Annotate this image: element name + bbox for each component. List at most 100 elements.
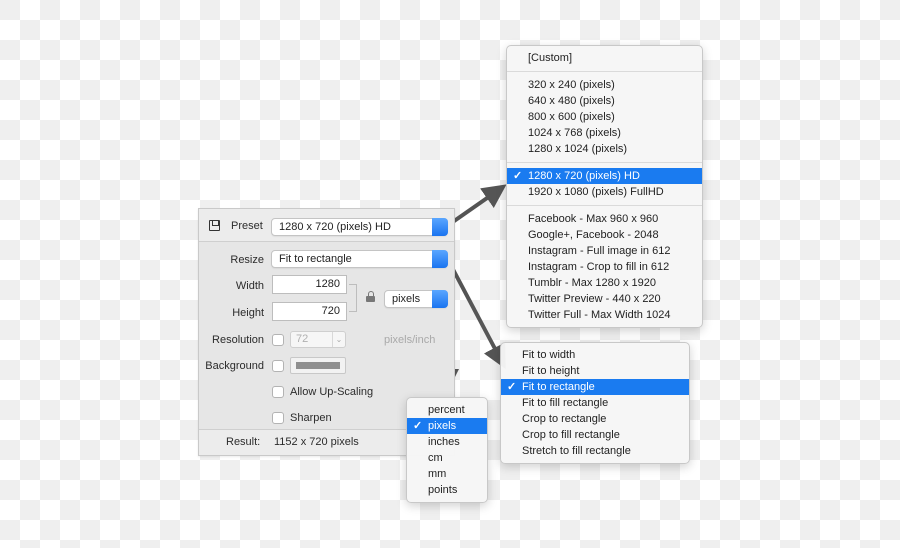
menu-item-label: Facebook - Max 960 x 960 [528,213,659,225]
menu-item-label: Twitter Full - Max Width 1024 [528,309,671,321]
menu-item[interactable]: [Custom] [507,50,702,66]
menu-item-label: 640 x 480 (pixels) [528,95,615,107]
background-color-well[interactable] [290,357,346,374]
menu-item[interactable]: Crop to fill rectangle [501,427,689,443]
menu-item-label: Fit to height [522,365,580,377]
menu-item[interactable]: inches [407,434,487,450]
menu-item-label: Instagram - Full image in 612 [528,245,671,257]
menu-item[interactable]: ✓ 1280 x 720 (pixels) HD [507,168,702,184]
menu-item-label: 320 x 240 (pixels) [528,79,615,91]
menu-item[interactable]: Instagram - Crop to fill in 612 [507,259,702,275]
menu-item[interactable]: Twitter Preview - 440 x 220 [507,291,702,307]
resize-label: Resize [230,254,264,266]
preset-label: Preset [231,220,263,232]
menu-item-label: Crop to fill rectangle [522,429,620,441]
background-color-swatch [296,362,340,369]
menu-item-label: Fit to rectangle [522,381,595,393]
menu-item-label: inches [428,436,460,448]
menu-item[interactable]: Google+, Facebook - 2048 [507,227,702,243]
background-label: Background [205,360,264,372]
menu-item-label: 1024 x 768 (pixels) [528,127,621,139]
preset-menu: [Custom] 320 x 240 (pixels) 640 x 480 (pix… [506,45,703,328]
resolution-label: Resolution [212,334,264,346]
menu-item[interactable]: 1280 x 1024 (pixels) [507,141,702,157]
menu-item[interactable]: 800 x 600 (pixels) [507,109,702,125]
menu-item[interactable]: points [407,482,487,498]
menu-item[interactable]: Fit to width [501,347,689,363]
preset-value: 1280 x 720 (pixels) HD [279,221,391,233]
result-label: Result: [226,436,261,448]
unit-popup[interactable]: pixels [384,290,448,308]
menu-item-label: Fit to fill rectangle [522,397,609,409]
menu-item[interactable]: Twitter Full - Max Width 1024 [507,307,702,323]
allow-upscaling-label: Allow Up-Scaling [290,386,374,398]
menu-item[interactable]: Crop to rectangle [501,411,689,427]
menu-item[interactable]: Facebook - Max 960 x 960 [507,211,702,227]
resize-popup[interactable]: Fit to rectangle [271,250,448,268]
sharpen-checkbox[interactable] [272,412,284,424]
menu-item-label: [Custom] [528,52,573,64]
menu-item-label: Tumblr - Max 1280 x 1920 [528,277,656,289]
unit-menu: percent ✓ pixels inches cm mm points [406,397,488,503]
menu-item[interactable]: ✓ pixels [407,418,487,434]
chevron-down-icon [432,218,448,236]
menu-item[interactable]: cm [407,450,487,466]
chevron-down-icon [432,290,448,308]
resolution-select[interactable]: 72 ⌄ [290,331,346,348]
chevron-down-icon [432,250,448,268]
save-icon[interactable] [209,220,220,231]
menu-item[interactable]: ✓ Fit to rectangle [501,379,689,395]
menu-item[interactable]: 320 x 240 (pixels) [507,77,702,93]
menu-item-label: cm [428,452,443,464]
menu-item[interactable]: percent [407,402,487,418]
menu-item[interactable]: 1920 x 1080 (pixels) FullHD [507,184,702,200]
unit-value: pixels [392,293,421,305]
menu-item[interactable]: mm [407,466,487,482]
menu-item-label: 1920 x 1080 (pixels) FullHD [528,186,664,198]
chevron-down-icon: ⌄ [332,332,345,347]
menu-item-label: Crop to rectangle [522,413,607,425]
menu-item[interactable]: Stretch to fill rectangle [501,443,689,459]
menu-item-label: pixels [428,420,457,432]
menu-item-label: 800 x 600 (pixels) [528,111,615,123]
menu-item-label: Fit to width [522,349,576,361]
resize-value: Fit to rectangle [279,253,352,265]
aspect-link-bracket [349,284,357,312]
menu-item-label: Stretch to fill rectangle [522,445,631,457]
resize-menu: Fit to width Fit to height ✓ Fit to rectang… [500,342,690,464]
width-label: Width [235,280,264,292]
menu-item[interactable]: Fit to height [501,363,689,379]
menu-item[interactable]: Instagram - Full image in 612 [507,243,702,259]
result-value: 1152 x 720 pixels [274,436,359,448]
checkmark-icon: ✓ [413,420,423,432]
resolution-unit-label: pixels/inch [384,334,436,346]
width-input[interactable]: 1280 [272,275,347,294]
menu-item[interactable]: Fit to fill rectangle [501,395,689,411]
sharpen-label: Sharpen [290,412,332,424]
menu-separator [507,71,702,72]
menu-item-label: 1280 x 720 (pixels) HD [528,170,640,182]
height-input[interactable]: 720 [272,302,347,321]
menu-item[interactable]: 1024 x 768 (pixels) [507,125,702,141]
menu-item-label: Google+, Facebook - 2048 [528,229,659,241]
allow-upscaling-checkbox[interactable] [272,386,284,398]
preset-popup[interactable]: 1280 x 720 (pixels) HD [271,218,448,236]
checkmark-icon: ✓ [507,381,517,393]
menu-separator [507,162,702,163]
menu-separator [507,205,702,206]
height-label: Height [232,307,264,319]
menu-item-label: percent [428,404,465,416]
menu-item-label: Instagram - Crop to fill in 612 [528,261,670,273]
checkmark-icon: ✓ [513,170,523,182]
menu-item-label: points [428,484,458,496]
background-checkbox[interactable] [272,360,284,372]
menu-item[interactable]: 640 x 480 (pixels) [507,93,702,109]
lock-icon[interactable] [366,291,375,302]
menu-item[interactable]: Tumblr - Max 1280 x 1920 [507,275,702,291]
menu-item-label: Twitter Preview - 440 x 220 [528,293,661,305]
menu-item-label: 1280 x 1024 (pixels) [528,143,628,155]
menu-item-label: mm [428,468,447,480]
preset-row: Preset 1280 x 720 (pixels) HD [199,209,454,242]
resolution-checkbox[interactable] [272,334,284,346]
resolution-value: 72 [296,333,309,345]
